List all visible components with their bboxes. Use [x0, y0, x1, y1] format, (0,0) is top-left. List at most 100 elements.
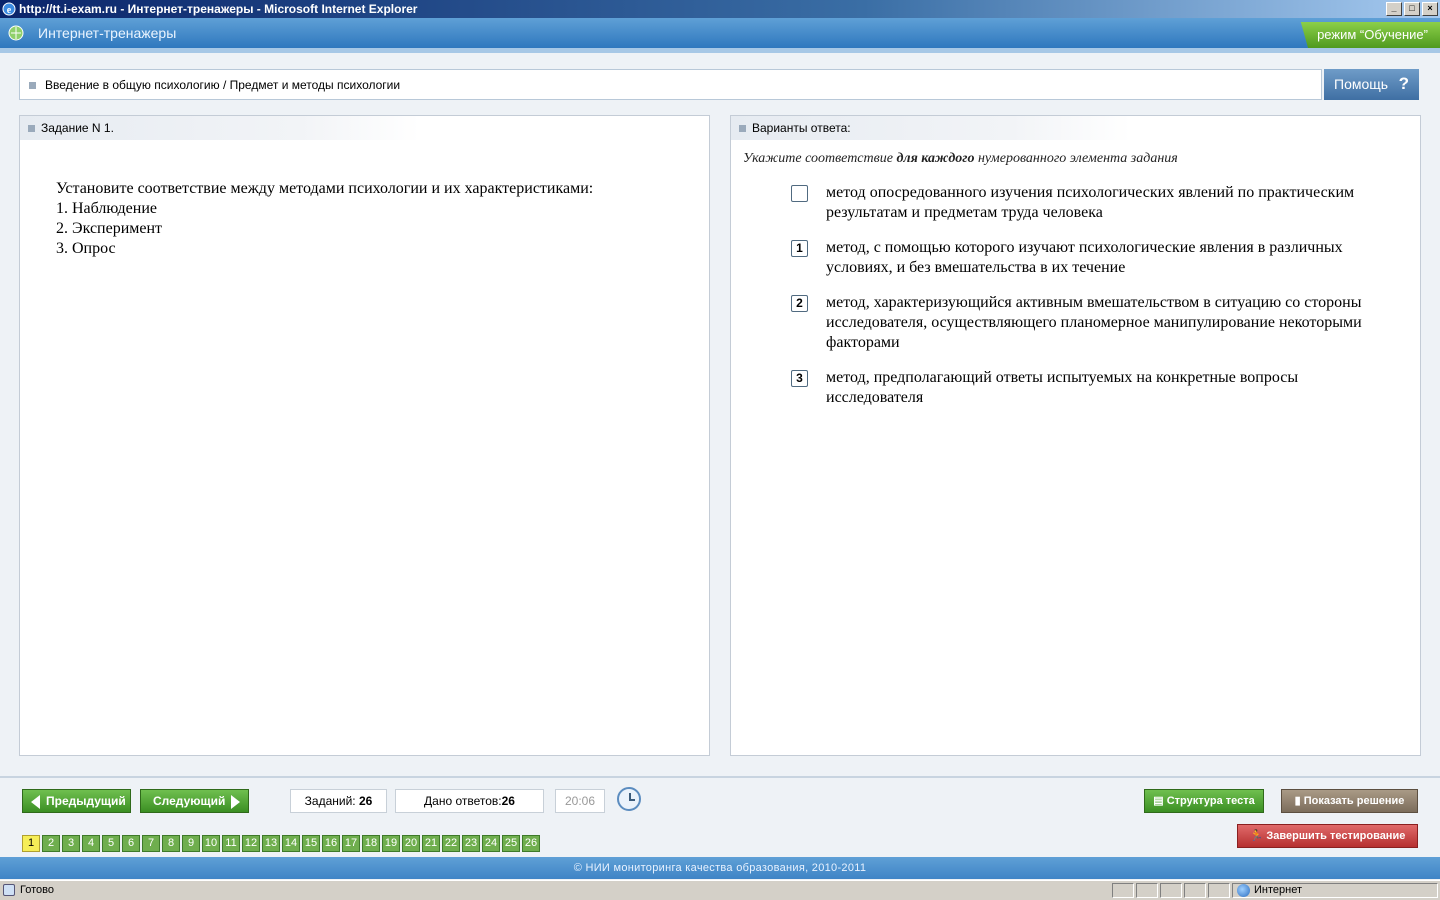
- instruction-part: нумерованного элемента задания: [974, 151, 1178, 166]
- previous-button[interactable]: Предыдущий: [22, 789, 131, 813]
- page-link[interactable]: 5: [102, 835, 120, 852]
- answer-input[interactable]: [791, 185, 808, 202]
- status-cell: [1136, 883, 1158, 898]
- status-text: Готово: [20, 884, 54, 896]
- status-cell: [1208, 883, 1230, 898]
- maximize-button[interactable]: □: [1404, 2, 1420, 16]
- breadcrumb-text: Введение в общую психологию / Предмет и …: [45, 78, 401, 92]
- page-link[interactable]: 2: [42, 835, 60, 852]
- timer: 20:06: [555, 789, 605, 813]
- window-title: http://tt.i-exam.ru - Интернет-тренажеры…: [19, 2, 418, 16]
- page-link[interactable]: 23: [462, 835, 480, 852]
- footer-copyright: © НИИ мониторинга качества образования, …: [0, 857, 1440, 879]
- finish-test-button[interactable]: 🏃 Завершить тестирование: [1237, 824, 1418, 848]
- previous-label: Предыдущий: [46, 794, 126, 808]
- page-link[interactable]: 6: [122, 835, 140, 852]
- answered-count: Дано ответов:26: [395, 789, 544, 813]
- next-button[interactable]: Следующий: [140, 789, 249, 813]
- page-link[interactable]: 12: [242, 835, 260, 852]
- answer-input[interactable]: 1: [791, 240, 808, 257]
- page-link[interactable]: 24: [482, 835, 500, 852]
- task-pager: 1 2 3 4 5 6 7 8 9 10 11 12 13 14 15 16 1…: [22, 835, 540, 852]
- page-link[interactable]: 7: [142, 835, 160, 852]
- page-link[interactable]: 17: [342, 835, 360, 852]
- bullet-square-icon: [28, 125, 35, 132]
- answer-input[interactable]: 3: [791, 370, 808, 387]
- page-link[interactable]: 16: [322, 835, 340, 852]
- answers-header: Варианты ответа:: [752, 121, 851, 135]
- status-cell: [1160, 883, 1182, 898]
- clock-icon: [617, 787, 641, 811]
- help-button[interactable]: Помощь ?: [1324, 69, 1419, 100]
- bullet-square-icon: [739, 125, 746, 132]
- page-link[interactable]: 11: [222, 835, 240, 852]
- book-icon: ▮: [1294, 795, 1304, 807]
- page-link[interactable]: 8: [162, 835, 180, 852]
- page-link[interactable]: 15: [302, 835, 320, 852]
- globe-icon: [1237, 884, 1250, 897]
- show-solution-button[interactable]: ▮ Показать решение: [1281, 789, 1418, 813]
- question-line: 1. Наблюдение: [56, 200, 157, 217]
- page-link[interactable]: 14: [282, 835, 300, 852]
- page-link[interactable]: 4: [82, 835, 100, 852]
- question-line: Установите соответствие между методами п…: [56, 180, 594, 197]
- answer-text: метод, характеризующийся активным вмешат…: [826, 294, 1362, 351]
- page-link[interactable]: 1: [22, 835, 40, 852]
- question-icon: ?: [1398, 74, 1409, 93]
- header-divider: [0, 48, 1440, 53]
- answers-instruction: Укажите соответствие для каждого нумеров…: [743, 151, 1178, 167]
- finish-label: Завершить тестирование: [1266, 830, 1406, 842]
- answered-value: 26: [501, 794, 515, 808]
- close-button[interactable]: ×: [1422, 2, 1438, 16]
- breadcrumb: Введение в общую психологию / Предмет и …: [19, 69, 1322, 100]
- structure-label: Структура теста: [1166, 795, 1255, 807]
- page-link[interactable]: 18: [362, 835, 380, 852]
- show-solution-label: Показать решение: [1303, 795, 1405, 807]
- page-link[interactable]: 10: [202, 835, 220, 852]
- page-link[interactable]: 3: [62, 835, 80, 852]
- answer-input[interactable]: 2: [791, 295, 808, 312]
- status-cell: [1184, 883, 1206, 898]
- instruction-part: Укажите соответствие: [743, 151, 897, 166]
- bullet-square-icon: [29, 82, 36, 89]
- test-structure-button[interactable]: ▤ Структура теста: [1144, 789, 1264, 813]
- running-man-icon: 🏃: [1249, 830, 1267, 842]
- list-icon: ▤: [1153, 795, 1167, 807]
- bottom-separator: [0, 776, 1440, 778]
- answer-text: метод, с помощью которого изучают психол…: [826, 239, 1343, 276]
- minimize-button[interactable]: _: [1386, 2, 1402, 16]
- browser-status-bar: Готово Интернет: [0, 880, 1440, 900]
- tasks-label: Заданий:: [304, 794, 356, 808]
- page-link[interactable]: 26: [522, 835, 540, 852]
- answer-text: метод, предполагающий ответы испытуемых …: [826, 369, 1299, 406]
- internet-explorer-icon: e: [2, 2, 16, 16]
- page-icon: [3, 884, 15, 896]
- answers-panel-header: Варианты ответа:: [731, 116, 1131, 140]
- page-link[interactable]: 25: [502, 835, 520, 852]
- page-link[interactable]: 9: [182, 835, 200, 852]
- mode-badge: режим “Обучение”: [1300, 22, 1440, 48]
- tasks-count: Заданий: 26: [290, 789, 387, 813]
- globe-logo-icon: [8, 25, 24, 41]
- answer-text: метод опосредованного изучения психологи…: [826, 184, 1355, 221]
- status-cell: [1112, 883, 1134, 898]
- page-link[interactable]: 13: [262, 835, 280, 852]
- instruction-emphasis: для каждого: [896, 151, 975, 166]
- arrow-left-icon: [31, 795, 40, 809]
- window-controls: _ □ ×: [1386, 2, 1438, 16]
- question-line: 2. Эксперимент: [56, 220, 163, 237]
- question-text: Установите соответствие между методами п…: [56, 179, 593, 259]
- app-title: Интернет-тренажеры: [38, 25, 177, 41]
- help-label: Помощь: [1334, 76, 1389, 92]
- page-link[interactable]: 22: [442, 835, 460, 852]
- page-link[interactable]: 21: [422, 835, 440, 852]
- page-link[interactable]: 20: [402, 835, 420, 852]
- answers-panel: Варианты ответа: Укажите соответствие дл…: [730, 115, 1421, 756]
- task-number: Задание N 1.: [41, 121, 114, 135]
- app-header: Интернет-тренажеры режим “Обучение”: [0, 18, 1440, 48]
- window-title-bar: e http://tt.i-exam.ru - Интернет-тренаже…: [0, 0, 1440, 18]
- arrow-right-icon: [231, 795, 240, 809]
- task-panel: Задание N 1. Установите соответствие меж…: [19, 115, 710, 756]
- page-link[interactable]: 19: [382, 835, 400, 852]
- question-line: 3. Опрос: [56, 240, 116, 257]
